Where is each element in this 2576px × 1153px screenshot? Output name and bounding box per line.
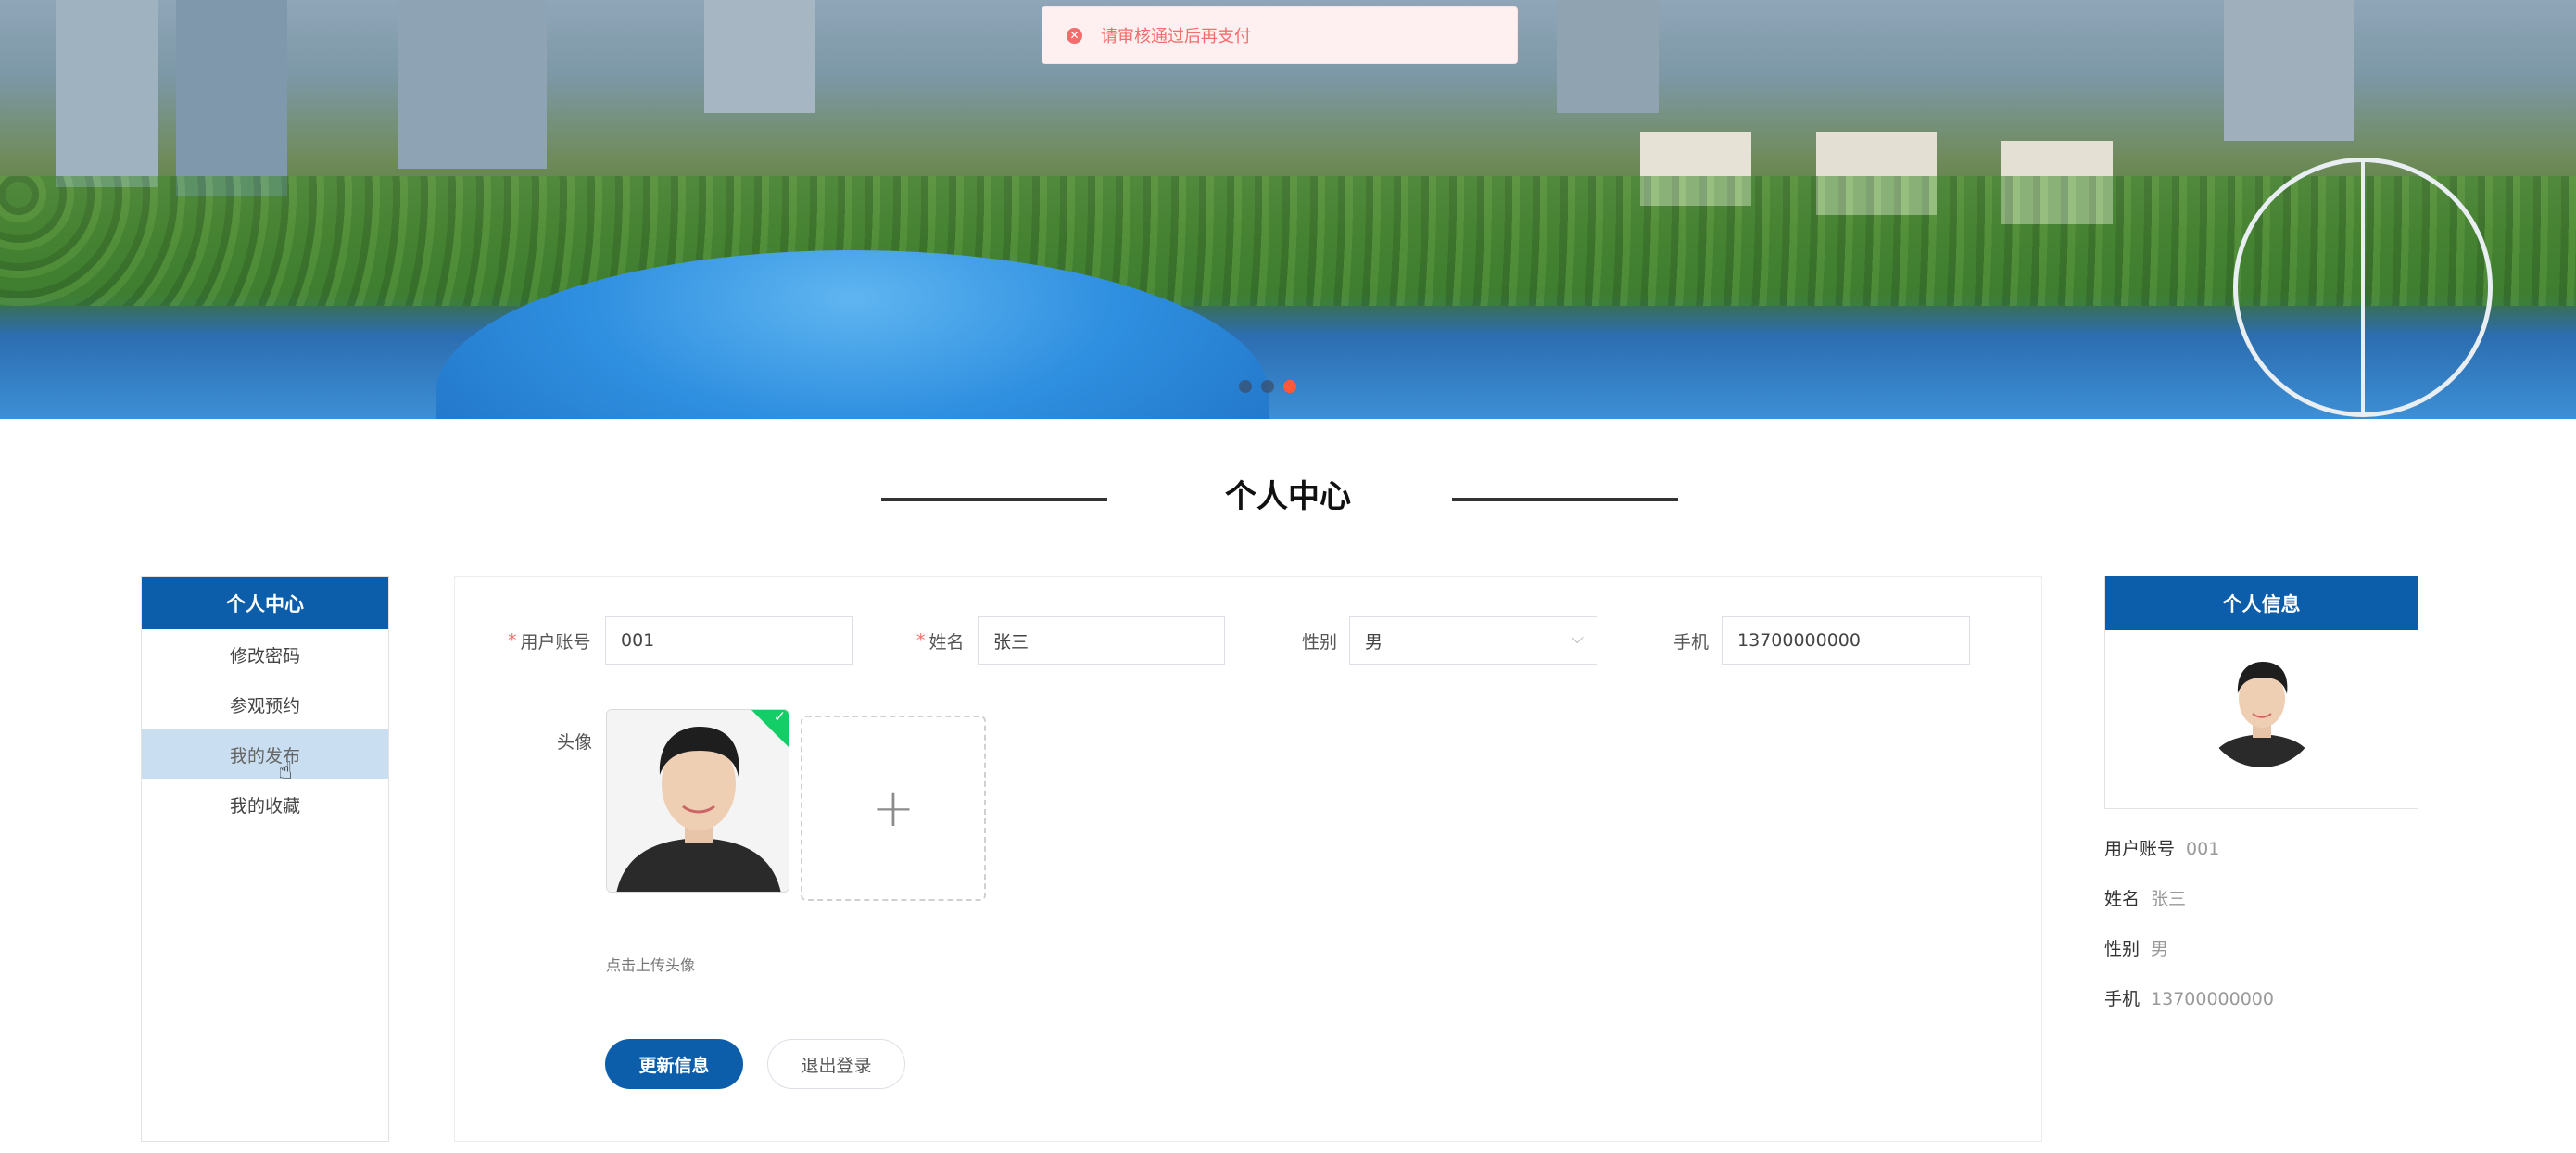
park-trees bbox=[0, 176, 2576, 306]
avatar-portrait-image bbox=[2204, 653, 2319, 767]
side-menu-header[interactable]: 个人中心 bbox=[142, 577, 388, 629]
profile-field-account: 用户账号 001 bbox=[2104, 839, 2220, 859]
menu-item-my-posts[interactable]: 我的发布 ☝ bbox=[142, 729, 388, 785]
update-info-button[interactable]: 更新信息 bbox=[605, 1039, 743, 1089]
profile-avatar bbox=[2204, 653, 2319, 767]
avatar-label: 头像 bbox=[557, 731, 593, 753]
account-field[interactable]: 001 bbox=[605, 616, 853, 665]
upload-hint: 点击上传头像 bbox=[606, 957, 696, 974]
gender-label: 性别 bbox=[1302, 631, 1338, 653]
building-shape bbox=[2224, 0, 2354, 141]
building-shape bbox=[56, 0, 158, 187]
title-divider-right bbox=[1452, 498, 1678, 501]
avatar-upload-button[interactable]: + bbox=[801, 716, 986, 901]
account-label: * 用户账号 bbox=[508, 630, 591, 653]
building-shape bbox=[176, 0, 287, 196]
carousel-indicators[interactable] bbox=[1239, 380, 1296, 393]
building-shape bbox=[398, 0, 547, 169]
name-field[interactable]: 张三 bbox=[978, 616, 1225, 665]
gender-select-value: 男 bbox=[1365, 631, 1383, 653]
carousel-dot[interactable] bbox=[1239, 380, 1252, 393]
building-shape bbox=[704, 0, 815, 113]
profile-field-name: 姓名 张三 bbox=[2104, 889, 2187, 909]
profile-card-header: 个人信息 bbox=[2105, 576, 2418, 630]
profile-field-phone: 手机 13700000000 bbox=[2104, 989, 2274, 1009]
menu-item-visit-booking[interactable]: 参观预约 bbox=[142, 679, 388, 729]
building-shape bbox=[1557, 0, 1659, 113]
profile-field-gender: 性别男 bbox=[2104, 939, 2169, 959]
menu-item-change-password[interactable]: 修改密码 bbox=[142, 629, 388, 679]
carousel-dot[interactable] bbox=[1261, 380, 1274, 393]
name-label: * 姓名 bbox=[916, 630, 965, 653]
check-icon: ✓ bbox=[773, 709, 787, 726]
toast-message: 请审核通过后再支付 bbox=[1101, 27, 1251, 46]
phone-label: 手机 bbox=[1673, 631, 1710, 653]
side-menu: 个人中心 修改密码 参观预约 我的发布 ☝ 我的收藏 bbox=[141, 576, 389, 1142]
phone-field[interactable]: 13700000000 bbox=[1722, 616, 1970, 665]
avatar-thumbnail[interactable]: ✓ bbox=[606, 709, 789, 893]
error-circle-icon: ✕ bbox=[1067, 27, 1082, 44]
menu-item-my-favorites[interactable]: 我的收藏 bbox=[142, 779, 388, 830]
gender-select[interactable]: 男 ⌵ bbox=[1349, 616, 1597, 665]
avatar-portrait-image bbox=[607, 710, 789, 892]
ferris-wheel-shape bbox=[2233, 158, 2493, 417]
page-title: 个人中心 bbox=[1225, 478, 1351, 515]
carousel-dot-active[interactable] bbox=[1283, 380, 1296, 393]
plus-icon: + bbox=[871, 778, 915, 839]
required-mark: * bbox=[916, 630, 926, 651]
error-toast: ✕ 请审核通过后再支付 bbox=[1042, 6, 1518, 64]
logout-button[interactable]: 退出登录 bbox=[767, 1039, 905, 1089]
profile-card: 个人信息 bbox=[2104, 576, 2418, 809]
required-mark: * bbox=[508, 630, 517, 651]
chevron-down-icon: ⌵ bbox=[1571, 628, 1584, 648]
